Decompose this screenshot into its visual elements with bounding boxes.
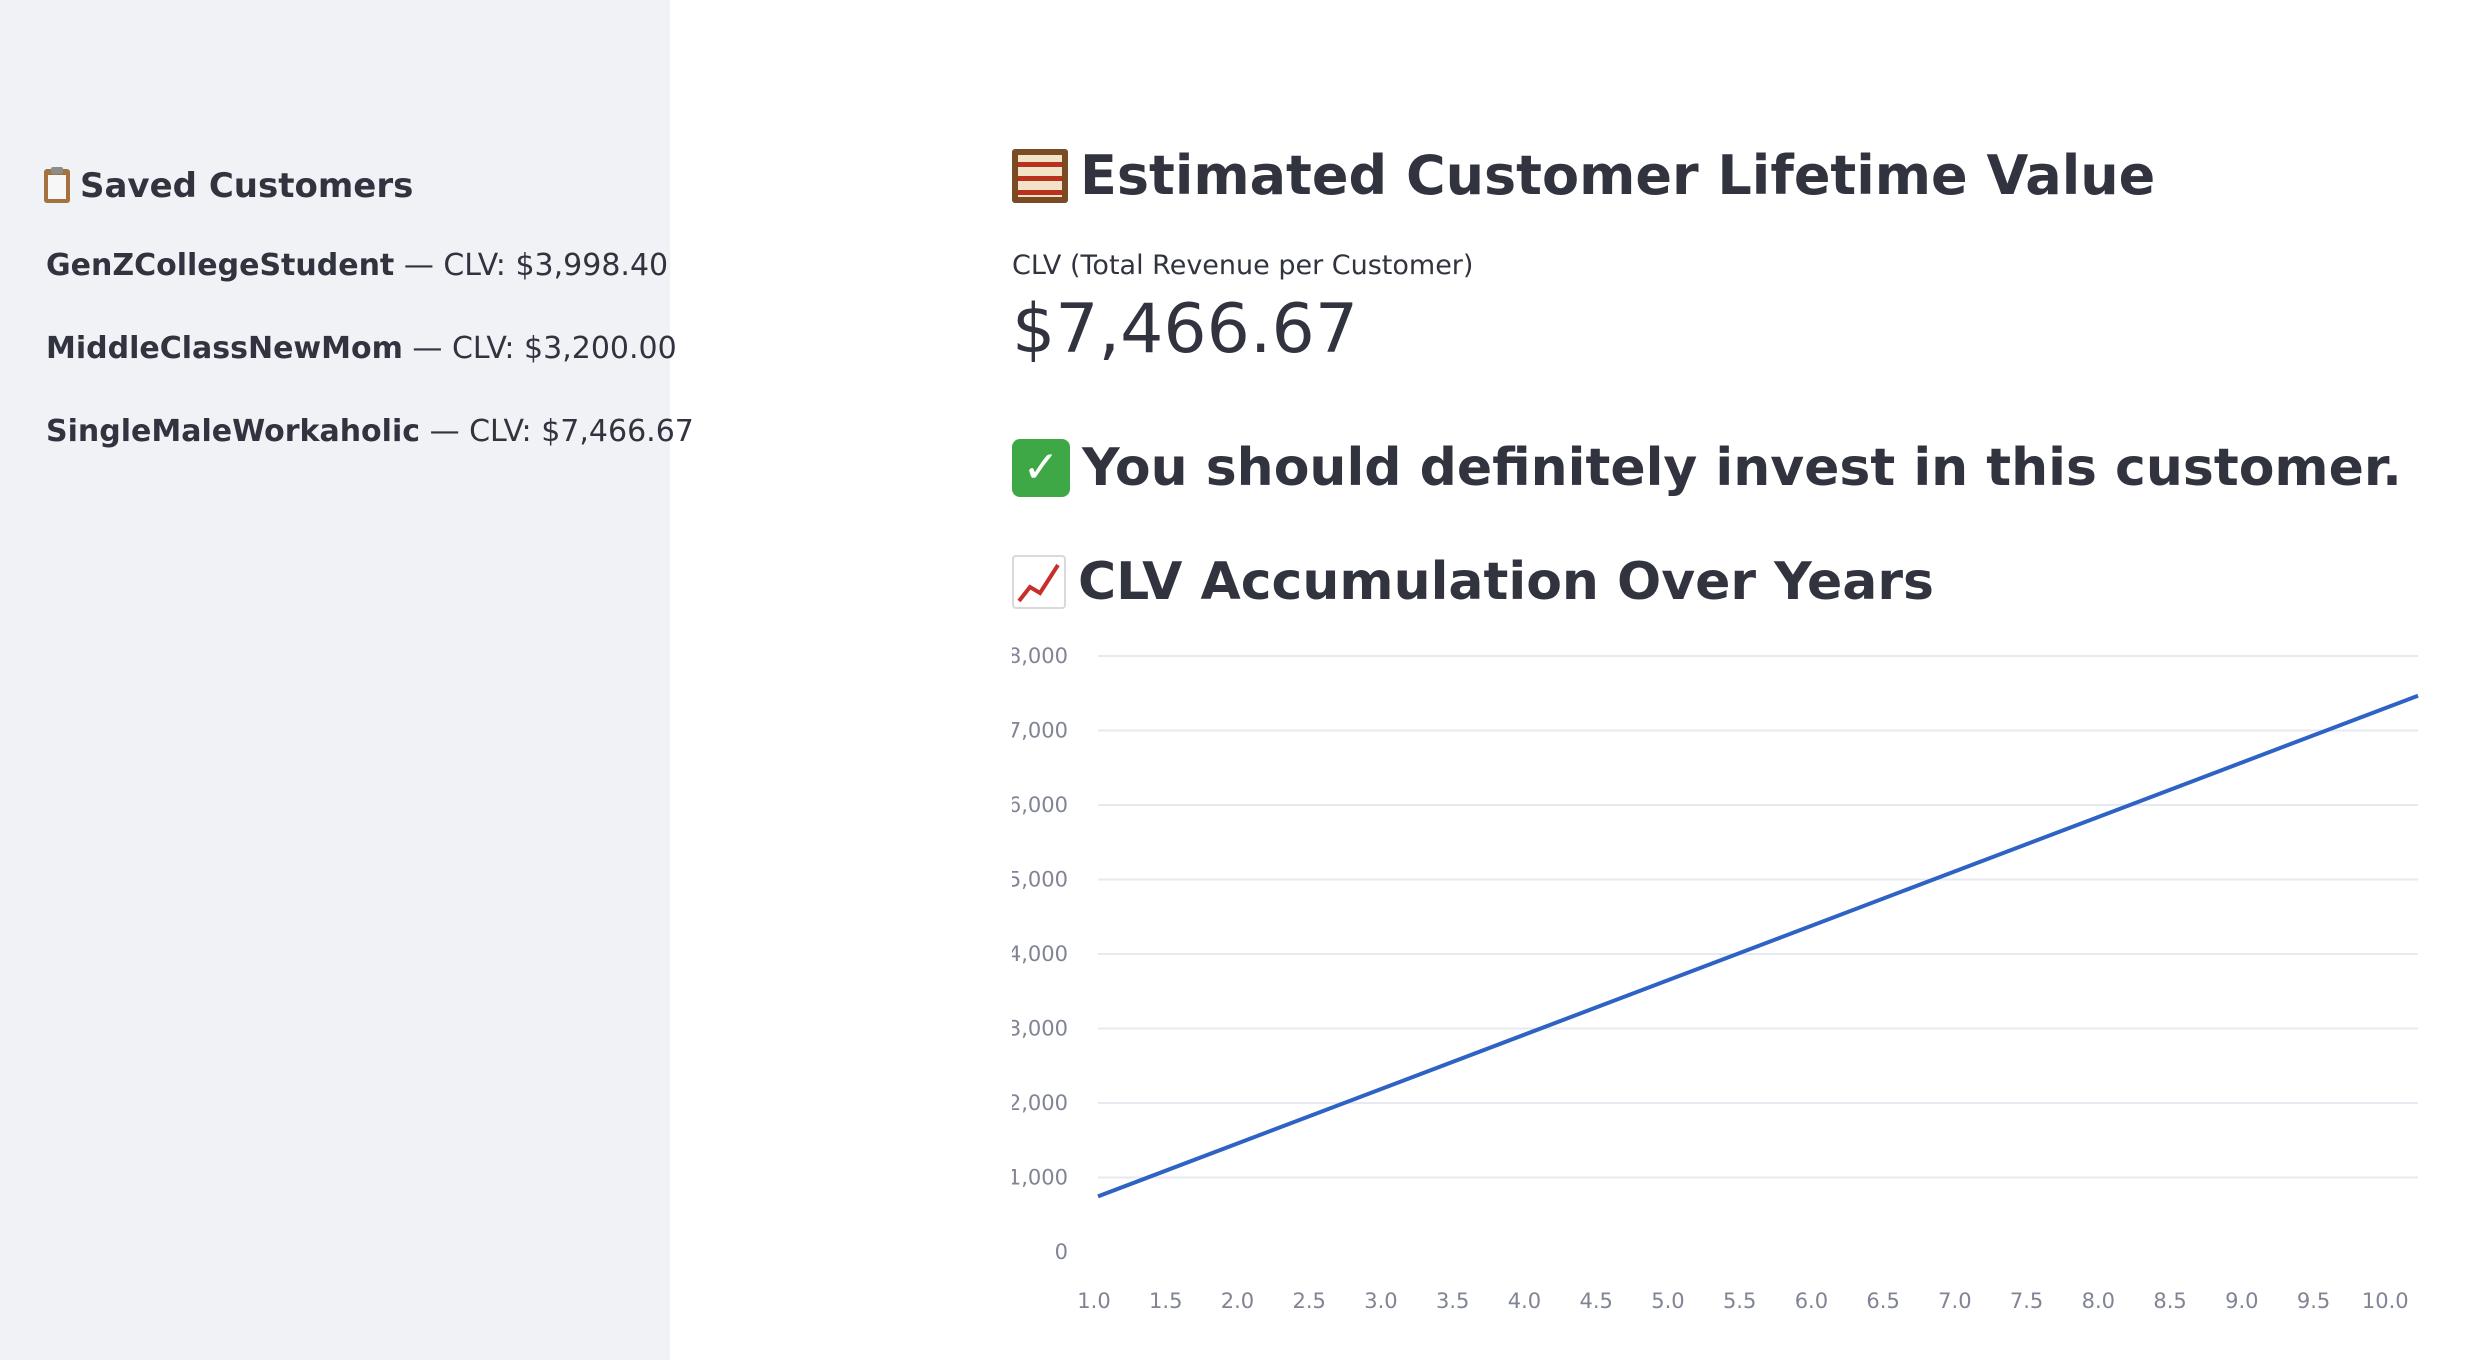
y-tick-label: 3,000 — [1012, 1017, 1068, 1041]
y-tick-label: 1,000 — [1012, 1166, 1068, 1190]
customer-name: MiddleClassNewMom — [46, 331, 403, 366]
x-tick-label: 9.5 — [2297, 1289, 2330, 1313]
check-mark-button-icon: ✓ — [1012, 439, 1070, 497]
x-tick-label: 4.0 — [1508, 1289, 1541, 1313]
x-tick-label: 5.5 — [1723, 1289, 1756, 1313]
saved-customers-title: Saved Customers — [44, 166, 413, 206]
app: Saved Customers GenZCollegeStudent — CLV… — [0, 0, 2484, 1360]
clv-heading-text: Estimated Customer Lifetime Value — [1080, 144, 2156, 207]
x-tick-label: 7.0 — [1938, 1289, 1971, 1313]
series-line — [1097, 693, 2419, 1199]
customer-clv: — CLV: $3,998.40 — [394, 248, 669, 283]
x-tick-label: 7.5 — [2010, 1289, 2043, 1313]
list-item: SingleMaleWorkaholic — CLV: $7,466.67 — [46, 412, 694, 452]
x-tick-label: 1.5 — [1149, 1289, 1182, 1313]
customer-clv: — CLV: $3,200.00 — [402, 331, 677, 366]
customer-name: GenZCollegeStudent — [46, 248, 395, 283]
metric-value: $7,466.67 — [1012, 290, 1359, 369]
recommendation-text: You should definitely invest in this cus… — [1082, 438, 2402, 498]
x-tick-label: 3.5 — [1436, 1289, 1469, 1313]
customer-clv: — CLV: $7,466.67 — [420, 414, 694, 449]
list-item: MiddleClassNewMom — CLV: $3,200.00 — [46, 329, 694, 369]
chart-heading-text: CLV Accumulation Over Years — [1078, 552, 1934, 612]
y-tick-label: 0 — [1055, 1240, 1068, 1264]
clv-line-chart[interactable]: 0 1,000 2,000 3,000 4,000 5,000 6,000 7,000 8,00… — [1012, 640, 2432, 1320]
customer-name: SingleMaleWorkaholic — [46, 414, 421, 449]
x-tick-label: 4.5 — [1579, 1289, 1612, 1313]
x-axis-ticks: 1.0 1.5 2.0 2.5 3.0 3.5 4.0 4.5 5.0 5.5 6.0 6.5 7.0 7… — [1077, 1289, 2408, 1313]
abacus-icon — [1012, 148, 1068, 203]
sidebar: Saved Customers GenZCollegeStudent — CLV… — [0, 0, 694, 1360]
recommendation-heading: ✓ You should definitely invest in this c… — [1012, 438, 2402, 498]
metric-label: CLV (Total Revenue per Customer) — [1012, 250, 1474, 281]
x-tick-label: 8.0 — [2082, 1289, 2115, 1313]
list-item: GenZCollegeStudent — CLV: $3,998.40 — [46, 246, 694, 286]
x-tick-label: 10.0 — [2362, 1289, 2409, 1313]
y-tick-label: 5,000 — [1012, 868, 1068, 892]
y-tick-label: 2,000 — [1012, 1091, 1068, 1115]
x-tick-label: 5.0 — [1651, 1289, 1684, 1313]
x-tick-label: 8.5 — [2153, 1289, 2186, 1313]
x-tick-label: 6.5 — [1866, 1289, 1899, 1313]
y-tick-label: 7,000 — [1012, 719, 1068, 743]
clipboard-icon — [44, 167, 70, 203]
x-tick-label: 1.0 — [1077, 1289, 1110, 1313]
saved-customers-title-text: Saved Customers — [80, 166, 414, 206]
clv-heading: Estimated Customer Lifetime Value — [1012, 144, 2155, 207]
x-tick-label: 3.0 — [1364, 1289, 1397, 1313]
y-tick-label: 6,000 — [1012, 793, 1068, 817]
chart-increasing-icon — [1012, 555, 1066, 609]
y-axis-ticks: 0 1,000 2,000 3,000 4,000 5,000 6,000 7,000 8,00… — [1012, 644, 1068, 1264]
x-tick-label: 2.0 — [1221, 1289, 1254, 1313]
saved-customers-list: GenZCollegeStudent — CLV: $3,998.40 Midd… — [46, 246, 694, 495]
x-tick-label: 6.0 — [1795, 1289, 1828, 1313]
chart-series — [1097, 693, 2419, 1199]
x-tick-label: 9.0 — [2225, 1289, 2258, 1313]
y-tick-label: 8,000 — [1012, 644, 1068, 668]
chart-heading: CLV Accumulation Over Years — [1012, 552, 1934, 612]
x-tick-label: 2.5 — [1293, 1289, 1326, 1313]
chart-gridlines — [1098, 655, 2418, 1179]
main-content: Estimated Customer Lifetime Value CLV (T… — [1012, 0, 2452, 1360]
y-tick-label: 4,000 — [1012, 942, 1068, 966]
